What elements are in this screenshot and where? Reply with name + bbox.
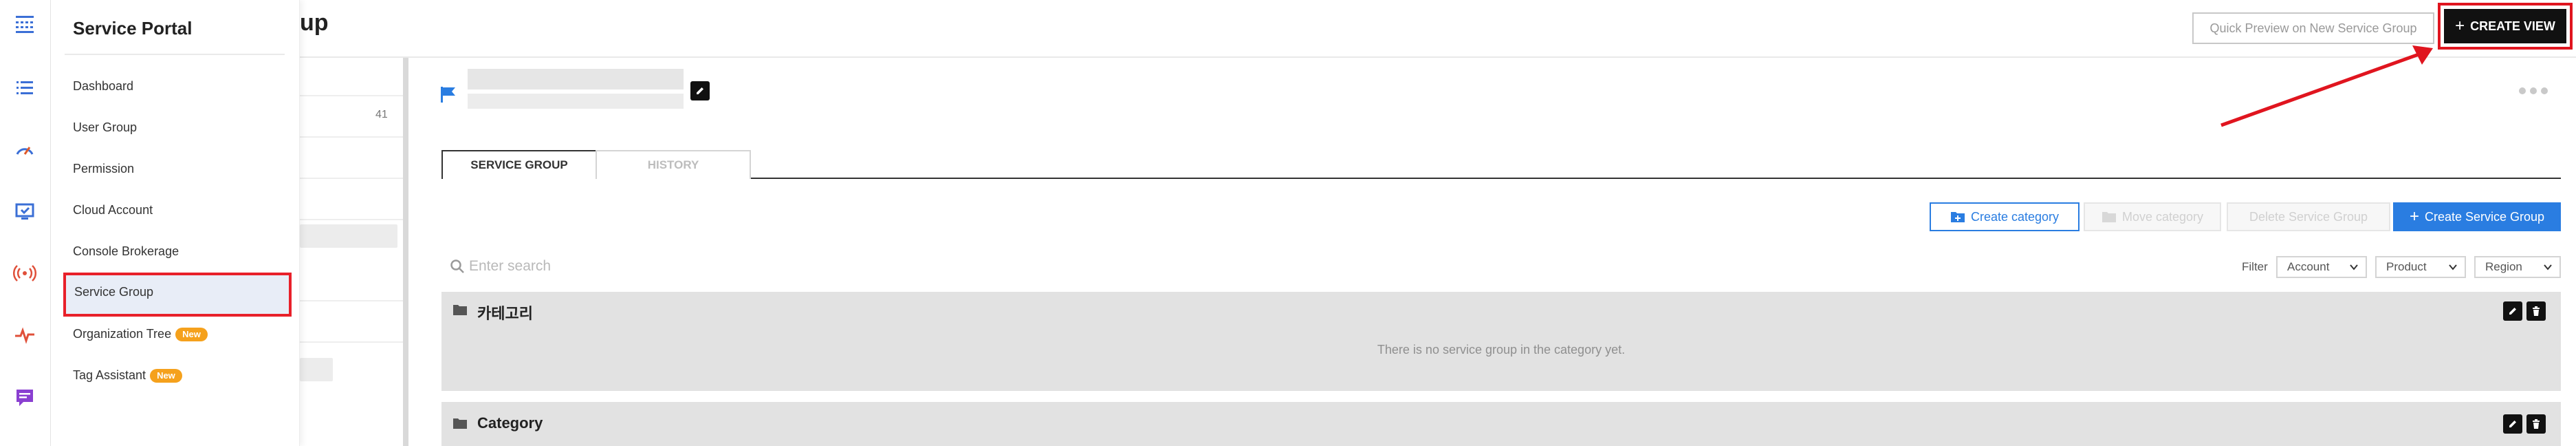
broadcast-icon[interactable] xyxy=(13,262,36,285)
menu-item-label: Tag Assistant xyxy=(73,368,146,382)
plus-icon: + xyxy=(2455,17,2465,35)
search-icon xyxy=(450,259,464,273)
tab-history[interactable]: HISTORY xyxy=(596,150,751,179)
icon-rail xyxy=(0,0,51,446)
new-badge: New xyxy=(150,369,182,383)
pencil-icon xyxy=(2509,308,2516,315)
list-divider xyxy=(300,95,403,96)
menu-title-divider xyxy=(65,54,285,55)
list-divider xyxy=(300,136,403,138)
list-divider xyxy=(300,341,403,343)
region-select-label: Region xyxy=(2485,260,2522,273)
move-category-label: Move category xyxy=(2121,209,2204,224)
create-service-group-button[interactable]: + Create Service Group xyxy=(2393,202,2561,231)
pencil-icon xyxy=(2509,421,2516,427)
create-category-button[interactable]: Create category xyxy=(1930,202,2080,231)
category-row: Category xyxy=(441,402,2561,446)
create-category-label: Create category xyxy=(1970,209,2060,224)
list-divider xyxy=(300,300,403,301)
menu-item-user-group[interactable]: User Group xyxy=(73,120,137,135)
pencil-icon xyxy=(697,87,703,94)
service-portal-menu: Service Portal Dashboard User Group Perm… xyxy=(51,0,300,446)
category-row: 카테고리 There is no service group in the ca… xyxy=(441,292,2561,391)
chat-icon[interactable] xyxy=(13,385,36,409)
menu-title: Service Portal xyxy=(73,18,193,39)
page-title: up xyxy=(300,10,329,36)
annotation-arrow xyxy=(2220,45,2433,127)
new-badge: New xyxy=(175,328,208,342)
list-count: 41 xyxy=(375,109,388,120)
menu-item-organization-tree[interactable]: Organization Tree New xyxy=(73,326,208,342)
account-select-label: Account xyxy=(2287,260,2330,273)
service-group-name-blurred xyxy=(468,94,684,109)
chevron-down-icon xyxy=(2449,264,2457,270)
gauge-icon[interactable] xyxy=(13,138,36,161)
folder-icon xyxy=(453,305,467,315)
delete-category-button[interactable] xyxy=(2526,301,2546,321)
product-select-label: Product xyxy=(2386,260,2427,273)
menu-item-tag-assistant[interactable]: Tag Assistant New xyxy=(73,368,182,383)
activity-icon[interactable] xyxy=(13,323,36,347)
monitor-check-icon[interactable] xyxy=(13,200,36,223)
filter-label: Filter xyxy=(2242,260,2268,273)
category-title: 카테고리 xyxy=(477,305,533,322)
blurred-item xyxy=(300,358,333,381)
list-divider xyxy=(300,219,403,220)
delete-category-button[interactable] xyxy=(2526,414,2546,434)
account-select[interactable]: Account xyxy=(2276,256,2367,278)
trash-icon xyxy=(2533,306,2540,316)
plus-icon: + xyxy=(2409,207,2419,226)
menu-item-service-group[interactable]: Service Group xyxy=(63,273,292,317)
move-category-button[interactable]: Move category xyxy=(2084,202,2221,231)
folder-plus-icon xyxy=(1950,212,1965,222)
folder-icon xyxy=(453,418,467,429)
list-icon[interactable] xyxy=(13,76,36,99)
edit-category-button[interactable] xyxy=(2503,301,2522,321)
service-group-name-blurred xyxy=(468,69,684,89)
blurred-item xyxy=(300,224,397,248)
menu-item-console-brokerage[interactable]: Console Brokerage xyxy=(73,244,179,259)
edit-name-button[interactable] xyxy=(690,81,710,100)
create-view-button[interactable]: + CREATE VIEW xyxy=(2444,9,2566,43)
tab-service-group[interactable]: SERVICE GROUP xyxy=(441,150,597,179)
delete-service-group-button[interactable]: Delete Service Group xyxy=(2227,202,2390,231)
chevron-down-icon xyxy=(2350,264,2358,270)
menu-grid-icon[interactable] xyxy=(13,12,36,36)
tab-underline xyxy=(441,178,2561,179)
menu-item-dashboard[interactable]: Dashboard xyxy=(73,78,133,94)
edit-category-button[interactable] xyxy=(2503,414,2522,434)
region-select[interactable]: Region xyxy=(2474,256,2561,278)
flag-icon xyxy=(441,87,455,103)
menu-item-label: Organization Tree xyxy=(73,327,172,341)
service-group-list-panel: 41 xyxy=(300,58,408,446)
category-title: Category xyxy=(477,414,543,432)
trash-icon xyxy=(2533,419,2540,429)
more-options-icon[interactable] xyxy=(2517,84,2550,98)
chevron-down-icon xyxy=(2544,264,2552,270)
menu-item-cloud-account[interactable]: Cloud Account xyxy=(73,202,153,217)
list-divider xyxy=(300,178,403,179)
create-view-label: CREATE VIEW xyxy=(2470,19,2555,33)
empty-category-message: There is no service group in the categor… xyxy=(1377,343,1626,357)
create-service-group-label: Create Service Group xyxy=(2424,209,2545,224)
folder-move-icon xyxy=(2102,212,2116,222)
search-input[interactable] xyxy=(468,253,880,279)
quick-preview-button[interactable]: Quick Preview on New Service Group xyxy=(2192,12,2434,44)
menu-item-permission[interactable]: Permission xyxy=(73,161,134,176)
product-select[interactable]: Product xyxy=(2375,256,2466,278)
